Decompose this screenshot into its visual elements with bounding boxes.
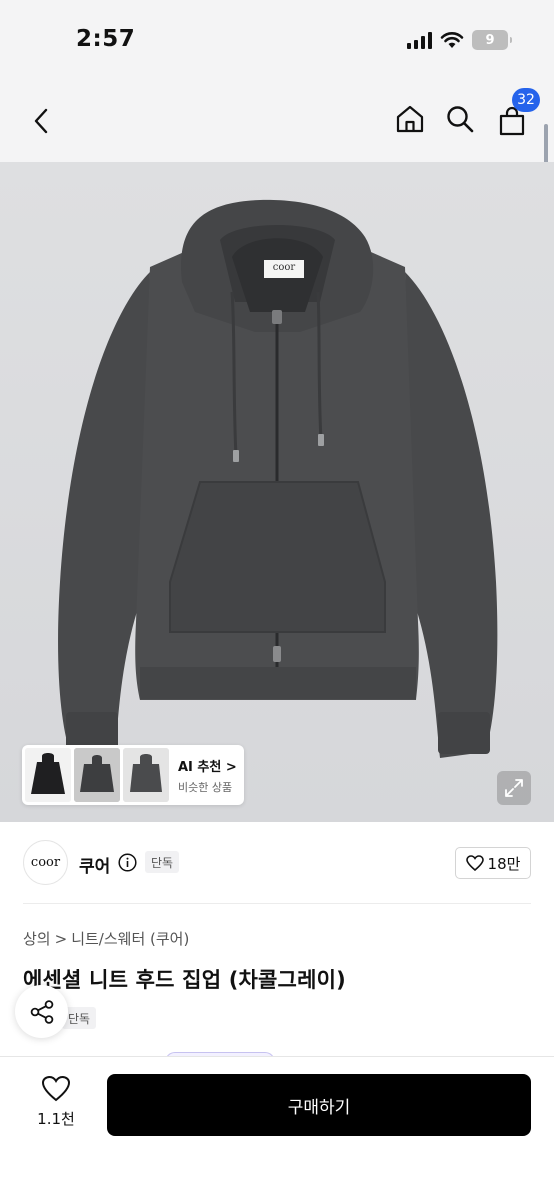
breadcrumb: 상의 > 니트/스웨터 (쿠어)	[23, 928, 189, 949]
thumbnail-image	[74, 748, 120, 802]
ai-title-label: AI 추천	[178, 759, 222, 775]
divider	[23, 903, 531, 904]
product-image[interactable]: coor AI 추천 > 비슷한 상품	[0, 162, 554, 822]
home-button[interactable]	[392, 100, 428, 138]
chevron-right-icon: >	[225, 759, 237, 775]
ai-recommend-panel[interactable]: AI 추천 > 비슷한 상품	[22, 745, 244, 805]
heart-icon	[465, 855, 484, 871]
ai-recommend-title: AI 추천 >	[178, 756, 237, 775]
ai-recommend-subtitle: 비슷한 상품	[178, 780, 233, 794]
signal-icon	[407, 31, 432, 49]
expand-image-button[interactable]	[497, 771, 531, 805]
ai-recommend-text: AI 추천 > 비슷한 상품	[178, 756, 237, 795]
home-icon	[396, 105, 424, 133]
search-button[interactable]	[442, 100, 478, 138]
info-icon[interactable]	[118, 853, 137, 872]
wishlist-count: 1.1천	[37, 1110, 75, 1128]
breadcrumb-category[interactable]: 상의	[23, 928, 51, 949]
ai-thumbnail[interactable]	[123, 748, 169, 802]
buy-button[interactable]: 구매하기	[107, 1074, 531, 1136]
wishlist-button[interactable]: 1.1천	[28, 1075, 84, 1129]
status-bar: 2:57 9	[0, 0, 554, 80]
garment-brand-label: coor	[272, 262, 296, 273]
thumbnail-image	[123, 748, 169, 802]
expand-icon	[505, 779, 523, 797]
search-icon	[447, 106, 474, 133]
ai-thumbnail[interactable]	[25, 748, 71, 802]
product-title: 에센셜 니트 후드 집업 (차콜그레이)	[23, 968, 346, 992]
thumbnail-image	[25, 748, 71, 802]
cart-button[interactable]: 32	[494, 88, 540, 140]
cart-count-badge: 32	[512, 88, 540, 112]
hoodie-illustration	[58, 199, 498, 758]
breadcrumb-subcategory[interactable]: 니트/스웨터 (쿠어)	[71, 928, 189, 949]
ai-thumbnail[interactable]	[74, 748, 120, 802]
brand-row: coor 쿠어 단독 18만	[0, 838, 554, 890]
back-arrow-icon	[34, 108, 48, 134]
status-time: 2:57	[76, 26, 136, 52]
brand-name[interactable]: 쿠어	[79, 852, 110, 877]
heart-icon	[41, 1075, 71, 1102]
battery-icon: 9	[472, 30, 512, 50]
nav-bar: 32	[0, 80, 554, 162]
brand-like-count: 18만	[487, 854, 521, 873]
status-icons: 9	[407, 30, 512, 50]
exclusive-tag: 단독	[145, 851, 180, 873]
share-button[interactable]	[15, 985, 68, 1038]
share-icon	[30, 999, 53, 1024]
bottom-action-bar: 1.1천 구매하기	[0, 1056, 554, 1200]
brand-like-button[interactable]: 18만	[455, 847, 531, 879]
back-button[interactable]	[24, 102, 58, 140]
breadcrumb-separator: >	[54, 929, 68, 948]
brand-logo[interactable]: coor	[23, 840, 68, 885]
battery-level: 9	[485, 32, 495, 48]
wifi-icon	[440, 32, 464, 48]
